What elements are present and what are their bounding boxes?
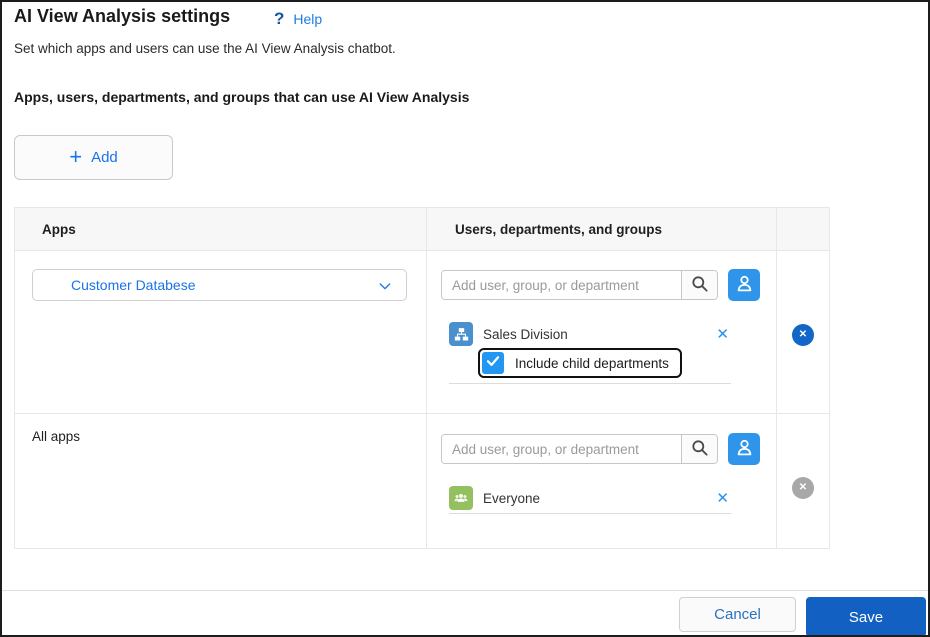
footer-divider: [2, 590, 928, 591]
member-item: Everyone ✕: [449, 486, 731, 514]
apps-cell: All apps: [15, 414, 427, 548]
page-subtitle: Set which apps and users can use the AI …: [14, 41, 396, 56]
department-icon: [449, 322, 473, 346]
all-apps-label: All apps: [32, 429, 80, 444]
app-select-value: Customer Databese: [71, 277, 196, 293]
add-button[interactable]: + Add: [14, 135, 173, 180]
member-chip: Sales Division ✕: [449, 322, 731, 346]
row-actions-cell: ✕: [777, 251, 829, 413]
row-actions-cell: ✕: [777, 414, 829, 548]
column-header-users: Users, departments, and groups: [427, 208, 777, 250]
member-name: Everyone: [483, 491, 714, 506]
add-people-button[interactable]: [728, 269, 760, 301]
remove-member-icon[interactable]: ✕: [714, 491, 731, 506]
checkmark-icon: [485, 353, 501, 374]
page-title: AI View Analysis settings: [14, 6, 230, 27]
settings-page: AI View Analysis settings ? Help Set whi…: [0, 0, 930, 637]
remove-row-button[interactable]: ✕: [792, 324, 814, 346]
member-name: Sales Division: [483, 327, 714, 342]
users-cell: Sales Division ✕ Include child departmen…: [427, 251, 777, 413]
permissions-table: Apps Users, departments, and groups Cust…: [14, 207, 830, 549]
member-search-input[interactable]: [442, 435, 681, 463]
member-search-group: [441, 433, 776, 465]
member-chip: Everyone ✕: [449, 486, 731, 510]
section-heading: Apps, users, departments, and groups tha…: [14, 89, 469, 105]
column-header-actions: [777, 208, 829, 250]
chevron-down-icon: [377, 278, 393, 299]
member-search-box: [441, 434, 718, 464]
apps-cell: Customer Databese: [15, 251, 427, 413]
member-search-box: [441, 270, 718, 300]
users-cell: Everyone ✕: [427, 414, 777, 548]
table-row: All apps: [15, 414, 829, 548]
remove-member-icon[interactable]: ✕: [714, 327, 731, 342]
table-row: Customer Databese: [15, 251, 829, 414]
question-mark-icon: ?: [274, 10, 284, 27]
help-link[interactable]: Help: [293, 11, 322, 27]
app-select-dropdown[interactable]: Customer Databese: [32, 269, 407, 301]
everyone-group-icon: [449, 486, 473, 510]
search-icon: [690, 274, 709, 296]
table-header-row: Apps Users, departments, and groups: [15, 208, 829, 251]
save-button[interactable]: Save: [806, 597, 926, 637]
search-button[interactable]: [681, 271, 717, 299]
remove-row-button-disabled[interactable]: ✕: [792, 477, 814, 499]
search-icon: [690, 438, 709, 460]
add-button-label: Add: [91, 149, 118, 166]
column-header-apps: Apps: [15, 208, 427, 250]
help-group[interactable]: ? Help: [274, 10, 322, 27]
member-search-group: [441, 269, 776, 301]
add-people-button[interactable]: [728, 433, 760, 465]
member-search-input[interactable]: [442, 271, 681, 299]
include-child-departments-checkbox[interactable]: [482, 352, 504, 374]
include-child-departments-box: Include child departments: [478, 348, 682, 378]
include-child-departments-label: Include child departments: [515, 356, 669, 371]
search-button[interactable]: [681, 435, 717, 463]
member-item: Sales Division ✕ Include child departmen…: [449, 322, 731, 384]
cancel-button[interactable]: Cancel: [679, 597, 796, 632]
add-people-icon: [734, 437, 755, 461]
add-people-icon: [734, 273, 755, 297]
plus-icon: +: [69, 146, 82, 168]
